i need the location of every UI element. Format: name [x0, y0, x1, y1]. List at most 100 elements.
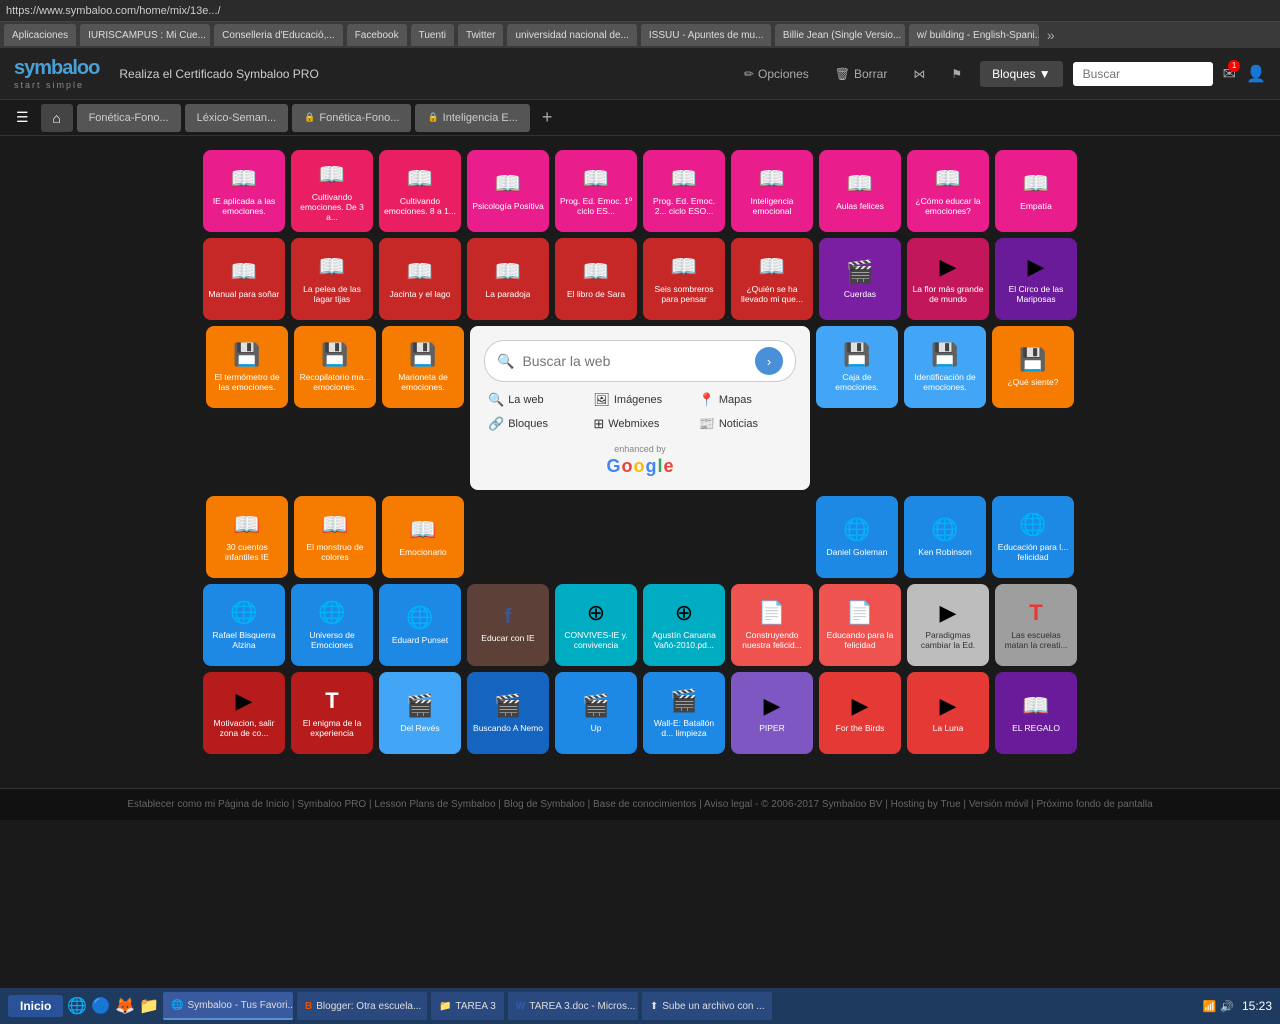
- tile-flor-grande[interactable]: ▶ La flor más grande de mundo: [907, 238, 989, 320]
- tile-jacinta[interactable]: 📖 Jacinta y el lago: [379, 238, 461, 320]
- tile-caja-emociones[interactable]: 💾 Caja de emociones.: [816, 326, 898, 408]
- browser-tab-aplicaciones[interactable]: Aplicaciones: [4, 24, 76, 46]
- tile-termometro[interactable]: 💾 El termómetro de las emociones.: [206, 326, 288, 408]
- tab-inteligencia[interactable]: Inteligencia E...: [415, 104, 529, 132]
- tile-motivacion[interactable]: ▶ Motivacion, salir zona de co...: [203, 672, 285, 754]
- taskbar-task-symbaloo[interactable]: 🌐 Symbaloo - Tus Favori...: [163, 992, 293, 1020]
- delete-button[interactable]: 🗑 Borrar: [827, 63, 896, 85]
- share-button[interactable]: ⋈: [905, 63, 933, 85]
- tile-ie-aplicada[interactable]: 📖 IE aplicada a las emociones.: [203, 150, 285, 232]
- tile-for-the-birds[interactable]: ▶ For the Birds: [819, 672, 901, 754]
- tile-aulas-felices[interactable]: 📖 Aulas felices: [819, 150, 901, 232]
- tile-quien-se-ha[interactable]: 📖 ¿Quién se ha llevado mi que...: [731, 238, 813, 320]
- search-link-web[interactable]: 🔍 La web: [484, 390, 585, 410]
- tile-psicologia[interactable]: 📖 Psicología Positiva: [467, 150, 549, 232]
- footer-link-lessonplans[interactable]: Lesson Plans de Symbaloo: [374, 799, 495, 810]
- options-button[interactable]: ✏ Opciones: [736, 63, 817, 85]
- tile-marioneta[interactable]: 💾 Marioneta de emociones.: [382, 326, 464, 408]
- tile-construyendo[interactable]: 📄 Construyendo nuestra felicid...: [731, 584, 813, 666]
- footer-link-blog[interactable]: Blog de Symbaloo: [504, 799, 585, 810]
- footer-link-base[interactable]: Base de conocimientos: [593, 799, 696, 810]
- search-link-bloques[interactable]: 🔗 Bloques: [484, 414, 585, 434]
- mail-icon[interactable]: ✉ 1: [1223, 64, 1236, 84]
- tile-paradoja[interactable]: 📖 La paradoja: [467, 238, 549, 320]
- blocks-button[interactable]: Bloques ▼: [980, 61, 1063, 87]
- tile-up[interactable]: 🎬 Up: [555, 672, 637, 754]
- tile-enigma[interactable]: T El enigma de la experiencia: [291, 672, 373, 754]
- browser-tab-facebook[interactable]: Facebook: [347, 24, 407, 46]
- tile-prog-2[interactable]: 📖 Prog. Ed. Emoc. 2... ciclo ESO...: [643, 150, 725, 232]
- tile-rafael-bisquerra[interactable]: 🌐 Rafael Bisquerra Alzina: [203, 584, 285, 666]
- tile-buscando-nemo[interactable]: 🎬 Buscando A Nemo: [467, 672, 549, 754]
- tile-cultivando-1[interactable]: 📖 Cultivando emociones. De 3 a...: [291, 150, 373, 232]
- add-tab-button[interactable]: +: [534, 107, 561, 128]
- tile-educando-felicidad[interactable]: 📄 Educando para la felicidad: [819, 584, 901, 666]
- search-link-webmixes[interactable]: ⊞ Webmixes: [589, 414, 690, 434]
- tile-educacion-felicidad[interactable]: 🌐 Educación para l... felicidad: [992, 496, 1074, 578]
- footer-link-aviso[interactable]: Aviso legal: [704, 799, 752, 810]
- tab-lexico[interactable]: Léxico-Seman...: [185, 104, 288, 132]
- browser-tab-tuenti[interactable]: Tuenti: [411, 24, 454, 46]
- tile-piper[interactable]: ▶ PIPER: [731, 672, 813, 754]
- tile-prog-1[interactable]: 📖 Prog. Ed. Emoc. 1º ciclo ES...: [555, 150, 637, 232]
- tile-cultivando-2[interactable]: 📖 Cultivando emociones. 8 a 1...: [379, 150, 461, 232]
- footer-link-inicio[interactable]: Establecer como mi Página de Inicio: [127, 799, 289, 810]
- header-search-input[interactable]: [1073, 62, 1213, 86]
- footer-link-pro[interactable]: Symbaloo PRO: [297, 799, 366, 810]
- browser-tab-conselleria[interactable]: Conselleria d'Educació,...: [214, 24, 343, 46]
- tile-ken-robinson[interactable]: 🌐 Ken Robinson: [904, 496, 986, 578]
- tab-fonetica-1[interactable]: Fonética-Fono...: [77, 104, 181, 132]
- tile-walle[interactable]: 🎬 Wall-E: Batallón d... limpieza: [643, 672, 725, 754]
- flag-button[interactable]: ⚑: [943, 63, 970, 85]
- browser-tab-twitter[interactable]: Twitter: [458, 24, 503, 46]
- tile-identificacion[interactable]: 💾 Identificación de emociones.: [904, 326, 986, 408]
- home-button[interactable]: ⌂: [41, 104, 73, 132]
- tile-universo-emociones[interactable]: 🌐 Universo de Emociones: [291, 584, 373, 666]
- browser-tab-iuriscampus[interactable]: IURISCAMPUS : Mi Cue...: [80, 24, 210, 46]
- footer-proximo-fondo[interactable]: Próximo fondo de pantalla: [1036, 799, 1152, 810]
- tile-empatia[interactable]: 📖 Empatía: [995, 150, 1077, 232]
- tab-fonetica-2[interactable]: Fonética-Fono...: [292, 104, 411, 132]
- tile-del-reves[interactable]: 🎬 Del Revés: [379, 672, 461, 754]
- tile-eduard-punset[interactable]: 🌐 Eduard Punset: [379, 584, 461, 666]
- start-button[interactable]: Inicio: [8, 995, 63, 1017]
- browser-tab-building[interactable]: w/ building - English-Spani...: [909, 24, 1039, 46]
- tile-emocionario[interactable]: 📖 Emocionario: [382, 496, 464, 578]
- tile-monstruo[interactable]: 📖 El monstruo de colores: [294, 496, 376, 578]
- search-link-images[interactable]: 🖼 Imágenes: [589, 390, 690, 410]
- tile-la-luna[interactable]: ▶ La Luna: [907, 672, 989, 754]
- firefox-icon[interactable]: 🦊: [115, 996, 135, 1016]
- search-link-noticias[interactable]: 📰 Noticias: [695, 414, 796, 434]
- tile-paradigmas[interactable]: ▶ Paradigmas cambiar la Ed.: [907, 584, 989, 666]
- browser-tab-universidad[interactable]: universidad nacional de...: [507, 24, 636, 46]
- tile-libro-sara[interactable]: 📖 El libro de Sara: [555, 238, 637, 320]
- tile-agustin-caruana[interactable]: ⊕ Agustín Caruana Vañó-2010.pd...: [643, 584, 725, 666]
- search-input[interactable]: [522, 353, 747, 369]
- tile-como-educar[interactable]: 📖 ¿Cómo educar la emociones?: [907, 150, 989, 232]
- chrome-icon[interactable]: 🔵: [91, 996, 111, 1016]
- taskbar-task-tarea3[interactable]: 📁 TAREA 3: [431, 992, 504, 1020]
- user-icon[interactable]: 👤: [1246, 64, 1266, 84]
- tile-educar-ie[interactable]: f Educar con IE: [467, 584, 549, 666]
- taskbar-task-sube[interactable]: ⬆ Sube un archivo con ...: [642, 992, 772, 1020]
- tile-recopilatorio[interactable]: 💾 Recopilatorio ma... emociones.: [294, 326, 376, 408]
- browser-tab-issuu[interactable]: ISSUU - Apuntes de mu...: [641, 24, 771, 46]
- taskbar-task-tarea3doc[interactable]: W TAREA 3.doc - Micros...: [508, 992, 638, 1020]
- tile-inteligencia[interactable]: 📖 Inteligencia emocional: [731, 150, 813, 232]
- browser-tab-billiejean[interactable]: Billie Jean (Single Versio...: [775, 24, 905, 46]
- more-tabs-button[interactable]: »: [1047, 27, 1055, 43]
- search-submit-button[interactable]: ›: [755, 347, 783, 375]
- tile-cuerdas[interactable]: 🎬 Cuerdas: [819, 238, 901, 320]
- footer-version-movil[interactable]: Versión móvil: [969, 799, 1028, 810]
- ie-icon[interactable]: 🌐: [67, 996, 87, 1016]
- tile-pelea-lagartas[interactable]: 📖 La pelea de las lagar tijas: [291, 238, 373, 320]
- search-link-maps[interactable]: 📍 Mapas: [695, 390, 796, 410]
- tile-manual-sonar[interactable]: 📖 Manual para soñar: [203, 238, 285, 320]
- tile-circo-mariposas[interactable]: ▶ El Circo de las Mariposas: [995, 238, 1077, 320]
- tile-seis-sombreros[interactable]: 📖 Seis sombreros para pensar: [643, 238, 725, 320]
- tile-convives[interactable]: ⊕ CONVIVES-IE y. convivencia: [555, 584, 637, 666]
- tile-escuelas[interactable]: T Las escuelas matan la creati...: [995, 584, 1077, 666]
- tile-30-cuentos[interactable]: 📖 30 cuentos infantiles IE: [206, 496, 288, 578]
- tile-el-regalo[interactable]: 📖 EL REGALO: [995, 672, 1077, 754]
- menu-button[interactable]: ☰: [8, 105, 37, 130]
